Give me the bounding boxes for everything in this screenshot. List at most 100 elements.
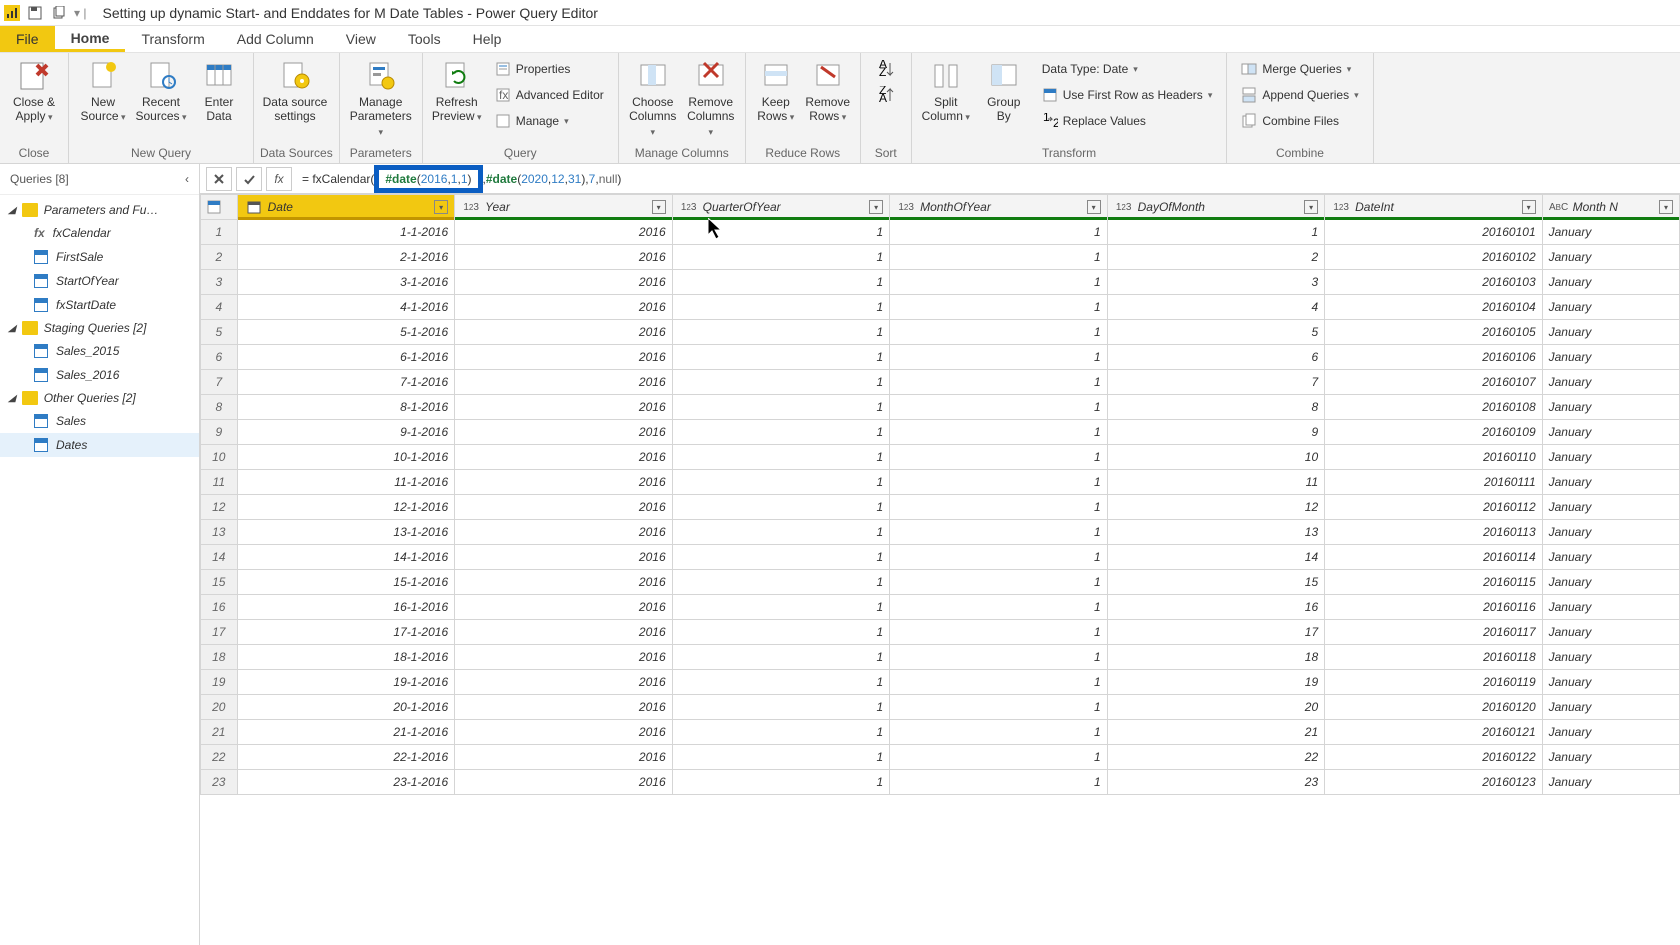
query-item-sales[interactable]: Sales xyxy=(0,409,199,433)
cell[interactable]: 15-1-2016 xyxy=(237,570,455,595)
cell[interactable]: 7-1-2016 xyxy=(237,370,455,395)
tab-home[interactable]: Home xyxy=(55,26,126,52)
cell[interactable]: 1 xyxy=(672,645,890,670)
cell[interactable]: 5 xyxy=(1107,320,1325,345)
cell[interactable]: 2016 xyxy=(455,395,673,420)
cell[interactable]: 2016 xyxy=(455,770,673,795)
cell[interactable]: 20160104 xyxy=(1325,295,1543,320)
row-header[interactable]: 20 xyxy=(201,695,238,720)
row-header[interactable]: 12 xyxy=(201,495,238,520)
table-row[interactable]: 77-1-2016201611720160107January xyxy=(201,370,1680,395)
formula-fx-button[interactable]: fx xyxy=(266,167,292,191)
cell[interactable]: 1 xyxy=(672,595,890,620)
cell[interactable]: 20160107 xyxy=(1325,370,1543,395)
row-header[interactable]: 11 xyxy=(201,470,238,495)
row-header[interactable]: 21 xyxy=(201,720,238,745)
cell[interactable]: 4-1-2016 xyxy=(237,295,455,320)
cell[interactable]: 20160110 xyxy=(1325,445,1543,470)
cell[interactable]: 1 xyxy=(672,770,890,795)
cell[interactable]: 20160117 xyxy=(1325,620,1543,645)
data-type-button[interactable]: Data Type: Date ▾ xyxy=(1038,57,1217,81)
cell[interactable]: 2016 xyxy=(455,720,673,745)
cell[interactable]: January xyxy=(1542,495,1679,520)
cell[interactable]: 2016 xyxy=(455,220,673,245)
filter-icon[interactable]: ▾ xyxy=(434,200,448,214)
query-item-startofyear[interactable]: StartOfYear xyxy=(0,269,199,293)
cell[interactable]: 1 xyxy=(890,695,1108,720)
cell[interactable]: January xyxy=(1542,470,1679,495)
cell[interactable]: 20160109 xyxy=(1325,420,1543,445)
cell[interactable]: 1 xyxy=(672,570,890,595)
cell[interactable]: 20160103 xyxy=(1325,270,1543,295)
cell[interactable]: 1 xyxy=(890,420,1108,445)
cell[interactable]: 9-1-2016 xyxy=(237,420,455,445)
cell[interactable]: 2016 xyxy=(455,595,673,620)
cell[interactable]: 11 xyxy=(1107,470,1325,495)
table-row[interactable]: 1616-1-20162016111620160116January xyxy=(201,595,1680,620)
cell[interactable]: 12-1-2016 xyxy=(237,495,455,520)
advanced-editor-button[interactable]: fxAdvanced Editor xyxy=(491,83,608,107)
tab-help[interactable]: Help xyxy=(457,26,518,52)
cell[interactable]: 1 xyxy=(672,420,890,445)
filter-icon[interactable]: ▾ xyxy=(1522,200,1536,214)
save-icon[interactable] xyxy=(26,4,44,22)
sort-asc-button[interactable]: AZ xyxy=(871,57,901,81)
row-header[interactable]: 23 xyxy=(201,770,238,795)
row-header[interactable]: 16 xyxy=(201,595,238,620)
row-header[interactable]: 1 xyxy=(201,220,238,245)
cell[interactable]: 2 xyxy=(1107,245,1325,270)
cell[interactable]: 1 xyxy=(672,370,890,395)
cell[interactable]: 1 xyxy=(672,220,890,245)
cell[interactable]: 1 xyxy=(672,745,890,770)
row-header[interactable]: 14 xyxy=(201,545,238,570)
cell[interactable]: 10 xyxy=(1107,445,1325,470)
cell[interactable]: January xyxy=(1542,395,1679,420)
query-item-fxcalendar[interactable]: fxfxCalendar xyxy=(0,221,199,245)
cell[interactable]: 1 xyxy=(890,520,1108,545)
cell[interactable]: 1 xyxy=(890,445,1108,470)
cell[interactable]: 1 xyxy=(890,320,1108,345)
query-group-staging[interactable]: ◢Staging Queries [2] xyxy=(0,317,199,339)
table-row[interactable]: 44-1-2016201611420160104January xyxy=(201,295,1680,320)
cell[interactable]: 18-1-2016 xyxy=(237,645,455,670)
row-header[interactable]: 10 xyxy=(201,445,238,470)
cell[interactable]: 20160122 xyxy=(1325,745,1543,770)
cell[interactable]: 2016 xyxy=(455,695,673,720)
cell[interactable]: 17 xyxy=(1107,620,1325,645)
row-header[interactable]: 4 xyxy=(201,295,238,320)
table-row[interactable]: 88-1-2016201611820160108January xyxy=(201,395,1680,420)
table-row[interactable]: 22-1-2016201611220160102January xyxy=(201,245,1680,270)
cell[interactable]: 20160118 xyxy=(1325,645,1543,670)
new-source-button[interactable]: New Source ▾ xyxy=(75,57,131,126)
cell[interactable]: 14-1-2016 xyxy=(237,545,455,570)
cell[interactable]: 19-1-2016 xyxy=(237,670,455,695)
formula-text[interactable]: = fxCalendar( #date( 2016, 1, 1 ) , #dat… xyxy=(302,165,621,193)
cell[interactable]: 2016 xyxy=(455,620,673,645)
cell[interactable]: 20160102 xyxy=(1325,245,1543,270)
cell[interactable]: 1 xyxy=(890,370,1108,395)
row-header[interactable]: 2 xyxy=(201,245,238,270)
row-header[interactable]: 18 xyxy=(201,645,238,670)
cell[interactable]: 3-1-2016 xyxy=(237,270,455,295)
cell[interactable]: 15 xyxy=(1107,570,1325,595)
cell[interactable]: 21-1-2016 xyxy=(237,720,455,745)
cell[interactable]: 14 xyxy=(1107,545,1325,570)
first-row-headers-button[interactable]: Use First Row as Headers ▾ xyxy=(1038,83,1217,107)
cell[interactable]: 19 xyxy=(1107,670,1325,695)
row-header[interactable]: 15 xyxy=(201,570,238,595)
filter-icon[interactable]: ▾ xyxy=(1087,200,1101,214)
cell[interactable]: 13 xyxy=(1107,520,1325,545)
row-header[interactable]: 3 xyxy=(201,270,238,295)
cell[interactable]: 2016 xyxy=(455,495,673,520)
cell[interactable]: 12 xyxy=(1107,495,1325,520)
cell[interactable]: January xyxy=(1542,695,1679,720)
cell[interactable]: 13-1-2016 xyxy=(237,520,455,545)
tab-addcolumn[interactable]: Add Column xyxy=(221,26,330,52)
row-header[interactable]: 9 xyxy=(201,420,238,445)
cell[interactable]: January xyxy=(1542,620,1679,645)
cell[interactable]: 1 xyxy=(890,495,1108,520)
undo-icon[interactable] xyxy=(50,4,68,22)
cell[interactable]: 20-1-2016 xyxy=(237,695,455,720)
cell[interactable]: 6 xyxy=(1107,345,1325,370)
replace-values-button[interactable]: 12Replace Values xyxy=(1038,109,1217,133)
